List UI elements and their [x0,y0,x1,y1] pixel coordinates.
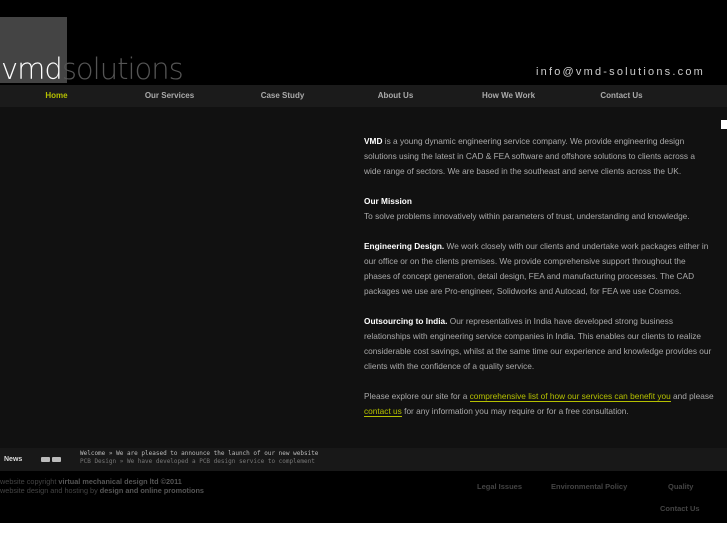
explore-text-3: for any information you may require or f… [401,406,629,416]
engineering-paragraph: Engineering Design. We work closely with… [364,239,714,299]
nav-home[interactable]: Home [0,85,113,107]
mission-text: To solve problems innovatively within pa… [364,211,690,221]
intro-text-body: is a young dynamic engineering service c… [364,136,695,176]
header: vmdsolutions info@vmd-solutions.com [0,0,727,86]
outsourcing-title: Outsourcing to India. [364,316,448,326]
footer-contact-us[interactable]: Contact Us [660,504,700,513]
news-controls [41,457,61,462]
logo-vmd: vmd [1,52,63,86]
engineering-title: Engineering Design. [364,241,445,251]
explore-text-2: and please [670,391,714,401]
nav-how-we-work[interactable]: How We Work [452,85,565,107]
hosting-text: website design and hosting by [0,486,100,495]
news-next-icon[interactable] [52,457,61,462]
hosting-link[interactable]: design and online promotions [100,486,204,495]
services-link[interactable]: comprehensive list of how our services c… [469,391,671,402]
outsourcing-paragraph: Outsourcing to India. Our representative… [364,314,714,374]
copyright: website copyright virtual mechanical des… [0,477,204,495]
news-items: Welcome » We are pleased to announce the… [80,450,318,466]
vmd-bold: VMD [364,136,383,146]
news-item[interactable]: PCB Design » We have developed a PCB des… [80,458,318,466]
email-address[interactable]: info@vmd-solutions.com [536,66,705,78]
nav-our-services[interactable]: Our Services [113,85,226,107]
nav-case-study[interactable]: Case Study [226,85,339,107]
footer-legal-issues[interactable]: Legal Issues [477,482,522,491]
explore-text: Please explore our site for a [364,391,470,401]
mission-title: Our Mission [364,196,412,206]
footer: website copyright virtual mechanical des… [0,471,727,523]
logo-solutions: solutions [61,52,184,86]
news-ticker: News Welcome » We are pleased to announc… [0,448,727,471]
contact-link[interactable]: contact us [364,406,402,417]
explore-paragraph: Please explore our site for a comprehens… [364,389,714,419]
footer-environmental-policy[interactable]: Environmental Policy [551,482,627,491]
intro-text: VMD is a young dynamic engineering servi… [364,134,714,434]
news-label: News [4,456,23,463]
main-nav: Home Our Services Case Study About Us Ho… [0,85,727,107]
copyright-text: website copyright [0,477,59,486]
mission-paragraph: Our Mission To solve problems innovativel… [364,194,714,224]
nav-about-us[interactable]: About Us [339,85,452,107]
logo[interactable]: vmdsolutions [1,52,184,86]
news-prev-icon[interactable] [41,457,50,462]
nav-contact-us[interactable]: Contact Us [565,85,678,107]
footer-quality[interactable]: Quality [668,482,693,491]
intro-paragraph: VMD is a young dynamic engineering servi… [364,134,714,179]
copyright-owner: virtual mechanical design ltd ©2011 [58,477,182,486]
scroll-marker [721,120,727,129]
news-item[interactable]: Welcome » We are pleased to announce the… [80,450,318,458]
